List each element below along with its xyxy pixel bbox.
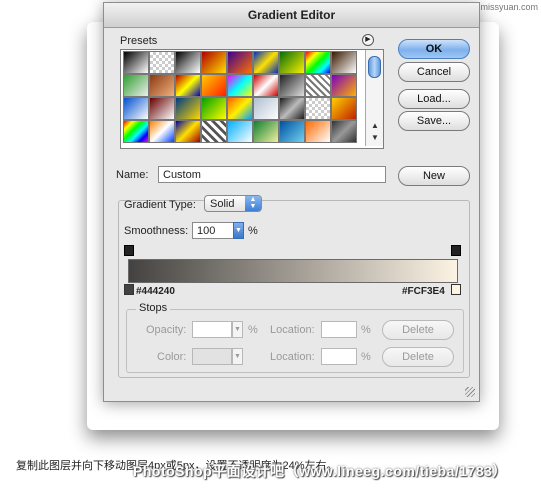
opacity-stop-right-icon[interactable] — [451, 245, 461, 256]
load-button[interactable]: Load... — [398, 89, 470, 109]
preset-swatch[interactable] — [253, 51, 279, 74]
preset-swatch[interactable] — [331, 74, 357, 97]
presets-label: Presets — [120, 35, 158, 47]
delete-color-stop-button[interactable]: Delete — [382, 347, 454, 367]
preset-swatch[interactable] — [227, 120, 253, 143]
preset-swatch[interactable] — [123, 97, 149, 120]
color-location-label: Location: — [270, 351, 315, 363]
gradient-type-label: Gradient Type: — [124, 199, 196, 211]
opacity-percent: % — [248, 324, 258, 336]
preset-swatch-grid — [123, 51, 361, 145]
preset-swatch[interactable] — [253, 97, 279, 120]
preset-swatch[interactable] — [305, 51, 331, 74]
presets-scrollbar[interactable]: ▲ ▼ — [365, 50, 383, 146]
gradient-type-select[interactable]: Solid ▲ ▼ — [204, 195, 262, 212]
gradient-type-value: Solid — [210, 198, 235, 210]
opacity-dropdown-arrow-icon[interactable]: ▼ — [232, 321, 243, 338]
title-bar[interactable]: Gradient Editor — [104, 3, 479, 28]
preset-swatch[interactable] — [253, 120, 279, 143]
preset-swatch[interactable] — [149, 51, 175, 74]
preset-swatch[interactable] — [279, 120, 305, 143]
color-swatch-field[interactable] — [192, 348, 232, 365]
gradient-editor-dialog: Gradient Editor Presets ▶ ▲ ▼ OK Cancel … — [103, 2, 480, 402]
delete-opacity-stop-button[interactable]: Delete — [382, 320, 454, 340]
smoothness-field[interactable]: 100 — [192, 222, 234, 239]
preset-swatch[interactable] — [305, 74, 331, 97]
preset-swatch[interactable] — [149, 97, 175, 120]
select-arrows-icon: ▲ ▼ — [245, 196, 261, 211]
window-title: Gradient Editor — [247, 8, 336, 22]
preset-swatch[interactable] — [279, 74, 305, 97]
preset-swatch[interactable] — [175, 97, 201, 120]
preset-swatch[interactable] — [201, 97, 227, 120]
color-label: Color: — [157, 351, 187, 363]
preset-swatch[interactable] — [175, 51, 201, 74]
new-button[interactable]: New — [398, 166, 470, 186]
preset-swatch[interactable] — [227, 51, 253, 74]
flyout-arrow-icon[interactable]: ▶ — [362, 34, 374, 46]
preset-swatch[interactable] — [331, 51, 357, 74]
color-location-field[interactable] — [321, 348, 357, 365]
color-dropdown-arrow-icon[interactable]: ▼ — [232, 348, 243, 365]
preset-swatch[interactable] — [279, 51, 305, 74]
preset-swatch[interactable] — [227, 97, 253, 120]
opacity-location-field[interactable] — [321, 321, 357, 338]
opacity-stop-left-icon[interactable] — [124, 245, 134, 256]
preset-swatch[interactable] — [331, 120, 357, 143]
smoothness-label: Smoothness: — [124, 225, 189, 237]
opacity-field[interactable] — [192, 321, 232, 338]
preset-swatch[interactable] — [279, 97, 305, 120]
color-stop-left-icon[interactable] — [124, 284, 134, 295]
scroll-up-arrow-icon[interactable]: ▲ — [370, 122, 380, 130]
preset-swatch[interactable] — [175, 74, 201, 97]
opacity-label: Opacity: — [146, 324, 187, 336]
preset-swatch[interactable] — [305, 120, 331, 143]
preset-swatch[interactable] — [305, 97, 331, 120]
gradient-bar[interactable] — [128, 259, 458, 283]
resize-grip-icon[interactable] — [465, 387, 475, 397]
name-field[interactable]: Custom — [158, 166, 386, 183]
opacity-location-percent: % — [361, 324, 371, 336]
start-color-hex: #444240 — [136, 286, 175, 297]
opacity-location-label: Location: — [270, 324, 315, 336]
stops-label: Stops — [136, 302, 171, 314]
scroll-thumb[interactable] — [368, 56, 381, 78]
preset-swatch[interactable] — [149, 120, 175, 143]
preset-swatch[interactable] — [175, 120, 201, 143]
name-label: Name: — [116, 169, 149, 181]
cancel-button[interactable]: Cancel — [398, 62, 470, 82]
ok-button[interactable]: OK — [398, 39, 470, 59]
preset-swatch[interactable] — [123, 120, 149, 143]
bottom-watermark: PhotoShop平面设计吧（www.lineeg.com/tieba/1783… — [133, 463, 507, 479]
smoothness-dropdown-arrow-icon[interactable]: ▼ — [233, 222, 244, 239]
preset-swatch[interactable] — [331, 97, 357, 120]
end-color-hex: #FCF3E4 — [402, 286, 445, 297]
preset-swatch[interactable] — [123, 74, 149, 97]
save-button[interactable]: Save... — [398, 111, 470, 131]
preset-swatch[interactable] — [201, 120, 227, 143]
preset-swatch[interactable] — [253, 74, 279, 97]
preset-swatch[interactable] — [149, 74, 175, 97]
preset-swatch[interactable] — [227, 74, 253, 97]
preset-swatch[interactable] — [201, 51, 227, 74]
color-stop-right-icon[interactable] — [451, 284, 461, 295]
preset-swatch[interactable] — [201, 74, 227, 97]
scroll-down-arrow-icon[interactable]: ▼ — [370, 134, 380, 142]
preset-swatch[interactable] — [123, 51, 149, 74]
smoothness-percent: % — [248, 225, 258, 237]
color-location-percent: % — [361, 351, 371, 363]
